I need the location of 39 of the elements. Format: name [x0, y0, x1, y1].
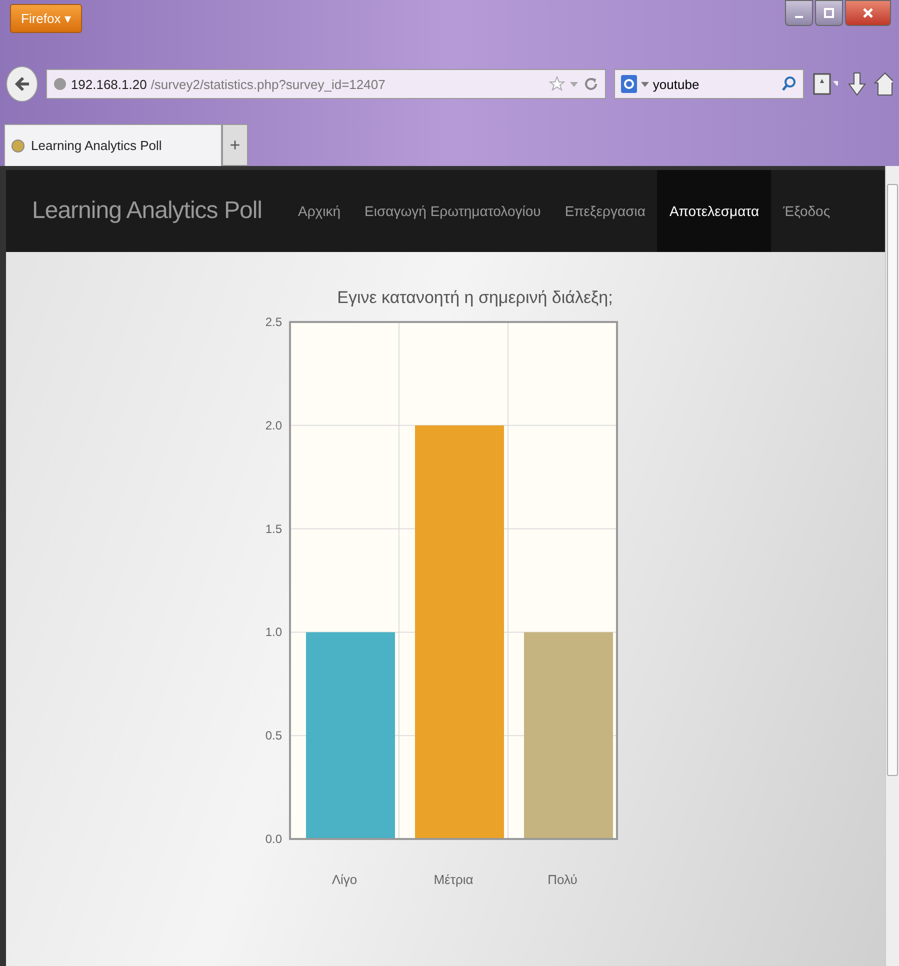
close-button[interactable]: [845, 0, 891, 26]
nav-link[interactable]: Επεξεργασια: [552, 170, 658, 252]
close-icon: [862, 7, 874, 19]
chart-title: Εγινε κατανοητή η σημερινή διάλεξη;: [336, 288, 614, 308]
x-axis-label: Λίγο: [332, 872, 358, 887]
download-arrow-icon[interactable]: [846, 71, 866, 97]
scrollbar[interactable]: [885, 166, 899, 966]
globe-icon: [52, 77, 67, 91]
home-icon[interactable]: [874, 71, 894, 97]
dropdown-icon[interactable]: [640, 79, 649, 89]
x-axis-label: Πολύ: [548, 872, 578, 887]
maximize-icon: [823, 7, 835, 19]
back-button[interactable]: [6, 66, 38, 102]
y-axis-label: 0.0: [265, 832, 282, 846]
minimize-icon: [795, 16, 803, 18]
star-icon[interactable]: [548, 76, 565, 92]
nav-link[interactable]: Αποτελεσματα: [657, 170, 772, 252]
reload-icon[interactable]: [582, 76, 599, 92]
browser-tab[interactable]: Learning Analytics Poll: [4, 124, 222, 166]
nav-link[interactable]: Εισαγωγή Ερωτηματολογίου: [352, 170, 553, 252]
favicon-icon: [11, 138, 25, 152]
y-axis-label: 2.5: [265, 315, 282, 329]
back-arrow-icon: [12, 75, 31, 93]
search-field[interactable]: youtube: [614, 69, 804, 99]
new-tab-button[interactable]: +: [222, 124, 248, 166]
search-icon[interactable]: [780, 76, 797, 92]
nav-link[interactable]: Έξοδος: [771, 170, 842, 252]
maximize-button[interactable]: [815, 0, 843, 26]
x-axis-label: Μέτρια: [434, 872, 474, 887]
y-axis-label: 0.5: [265, 728, 282, 743]
y-axis-label: 1.0: [265, 625, 282, 640]
address-bar[interactable]: 192.168.1.20 /survey2/statistics.php?survey_id=12407: [46, 69, 606, 99]
nav-link[interactable]: Αρχική: [286, 170, 353, 252]
y-axis-label: 2.0: [265, 418, 282, 432]
search-engine-icon[interactable]: [620, 75, 637, 93]
site-brand[interactable]: Learning Analytics Poll: [32, 197, 262, 225]
y-axis-label: 1.5: [265, 522, 282, 536]
bookmarks-icon[interactable]: [812, 72, 838, 96]
minimize-button[interactable]: [785, 0, 813, 26]
